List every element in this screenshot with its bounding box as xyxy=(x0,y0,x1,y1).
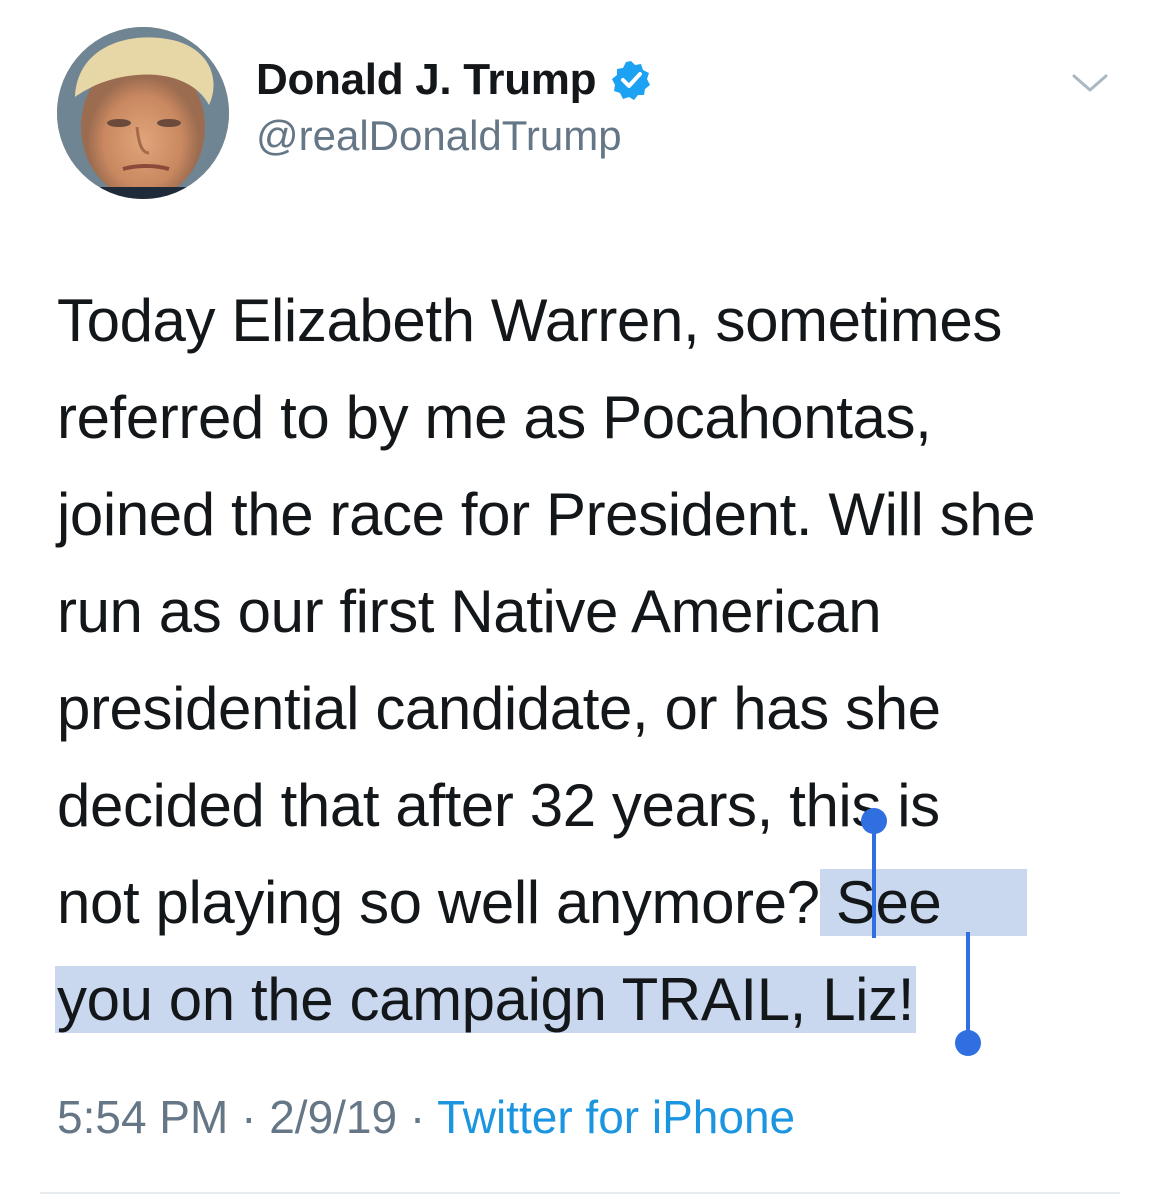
tweet-text-line: run as our first Native American xyxy=(57,578,882,645)
display-name[interactable]: Donald J. Trump xyxy=(256,55,597,105)
tweet-time[interactable]: 5:54 PM xyxy=(57,1091,228,1143)
tweet-text-line: referred to by me as Pocahontas, xyxy=(57,384,932,451)
display-name-row[interactable]: Donald J. Trump xyxy=(256,52,652,108)
meta-separator: · xyxy=(409,1091,426,1143)
tweet: Donald J. Trump @realDonaldTrump Today E… xyxy=(0,0,1160,1200)
tweet-text-line: you on the campaign TRAIL, Liz! xyxy=(55,951,916,1049)
selection-end-handle[interactable] xyxy=(966,932,970,1040)
tweet-meta: 5:54 PM · 2/9/19 · Twitter for iPhone xyxy=(57,1090,795,1144)
divider xyxy=(40,1192,1120,1194)
verified-badge-icon xyxy=(610,59,652,101)
user-handle[interactable]: @realDonaldTrump xyxy=(256,112,622,160)
tweet-text-line: Today Elizabeth Warren, sometimes xyxy=(57,287,1002,354)
selection-end-knob[interactable] xyxy=(955,1030,981,1056)
tweet-text-line: not playing so well anymore? See xyxy=(57,854,1028,952)
tweet-text-line: presidential candidate, or has she xyxy=(57,675,941,742)
meta-separator: · xyxy=(241,1091,257,1143)
tweet-text-line: decided that after 32 years, this is xyxy=(57,772,940,839)
text-selection[interactable]: See xyxy=(819,869,1028,936)
tweet-text-fragment: not playing so well anymore? xyxy=(57,869,820,936)
avatar[interactable] xyxy=(57,27,229,199)
text-selection[interactable]: you on the campaign TRAIL, Liz! xyxy=(55,966,916,1033)
tweet-date[interactable]: 2/9/19 xyxy=(269,1091,397,1143)
tweet-source-link[interactable]: Twitter for iPhone xyxy=(437,1091,795,1143)
tweet-text-line: joined the race for President. Will she xyxy=(57,481,1036,548)
selection-start-handle[interactable] xyxy=(872,826,876,938)
chevron-down-icon[interactable] xyxy=(1068,66,1112,102)
